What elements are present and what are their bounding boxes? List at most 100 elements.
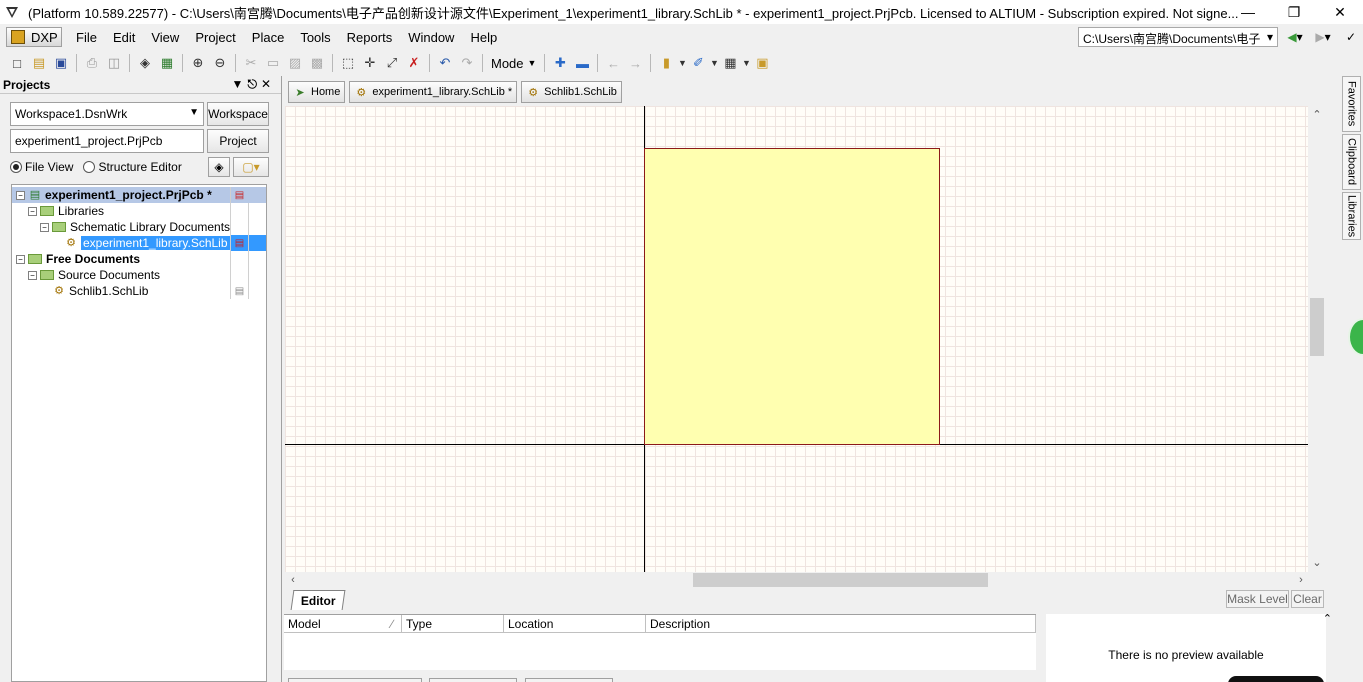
- mask-level-button[interactable]: Mask Level: [1226, 590, 1289, 608]
- scroll-down-icon[interactable]: ⌄: [1308, 554, 1326, 572]
- back-arrow-icon[interactable]: ◀ ▾: [1282, 28, 1308, 46]
- paste-icon[interactable]: ▨: [284, 52, 306, 74]
- remove-model-button[interactable]: [429, 678, 517, 682]
- editor-tab[interactable]: Editor: [290, 590, 346, 610]
- horizontal-scrollbar[interactable]: ‹ ›: [285, 572, 1308, 588]
- layers-icon[interactable]: ◈: [134, 52, 156, 74]
- menu-project[interactable]: Project: [193, 28, 237, 47]
- scroll-up-icon[interactable]: ⌃: [1308, 106, 1326, 124]
- tree-item-schlib1[interactable]: ⚙ Schlib1.SchLib ▤: [12, 283, 266, 299]
- menu-help[interactable]: Help: [468, 28, 499, 47]
- minimize-icon[interactable]: —: [1225, 0, 1271, 24]
- column-header-location[interactable]: Location: [504, 615, 646, 633]
- scroll-right-icon[interactable]: ›: [1293, 572, 1309, 588]
- workspace-button[interactable]: Workspace: [207, 102, 269, 126]
- side-tab-libraries[interactable]: Libraries: [1342, 192, 1361, 240]
- menu-view[interactable]: View: [149, 28, 181, 47]
- redo-icon[interactable]: ↷: [456, 52, 478, 74]
- drawing-tools-icon[interactable]: ✐: [687, 52, 709, 74]
- side-tab-favorites[interactable]: Favorites: [1342, 76, 1361, 132]
- component-rectangle[interactable]: [644, 148, 940, 445]
- board-icon[interactable]: ▦: [156, 52, 178, 74]
- place-pin-icon[interactable]: ▮: [655, 52, 677, 74]
- undo-icon[interactable]: ↶: [434, 52, 456, 74]
- home-nav-icon[interactable]: ✓: [1338, 28, 1363, 46]
- open-folder-icon[interactable]: ▤: [28, 52, 50, 74]
- collapse-icon[interactable]: −: [28, 206, 37, 216]
- tree-item-source-documents[interactable]: − Source Documents: [12, 267, 266, 283]
- schematic-library-canvas[interactable]: [285, 106, 1308, 572]
- collapse-icon[interactable]: −: [28, 270, 37, 280]
- document-options-icon[interactable]: ▢▾: [233, 157, 269, 177]
- previous-part-icon[interactable]: ←: [602, 52, 624, 74]
- menu-edit[interactable]: Edit: [111, 28, 137, 47]
- remove-part-icon[interactable]: ▬: [571, 52, 593, 74]
- side-tab-clipboard[interactable]: Clipboard: [1342, 134, 1361, 190]
- print-preview-icon[interactable]: ◫: [103, 52, 125, 74]
- add-part-icon[interactable]: ✚: [549, 52, 571, 74]
- file-view-radio[interactable]: [10, 161, 22, 173]
- menu-reports[interactable]: Reports: [345, 28, 395, 47]
- collapse-icon[interactable]: −: [16, 190, 25, 200]
- preview-collapse-icon[interactable]: ⌃: [1323, 612, 1332, 625]
- project-button[interactable]: Project: [207, 129, 269, 153]
- select-area-icon[interactable]: ⬚: [337, 52, 359, 74]
- grid-icon[interactable]: ▦: [719, 52, 741, 74]
- collapse-icon[interactable]: −: [40, 222, 49, 232]
- pin-icon[interactable]: ⎋: [247, 77, 261, 91]
- add-model-button[interactable]: [288, 678, 422, 682]
- mode-dropdown[interactable]: Mode ▼: [487, 56, 540, 71]
- menu-window[interactable]: Window: [406, 28, 456, 47]
- column-header-type[interactable]: Type: [402, 615, 504, 633]
- path-combobox[interactable]: C:\Users\南宫腾\Documents\电子 ▾: [1078, 27, 1278, 47]
- column-header-model[interactable]: Model ∕: [284, 615, 402, 633]
- structure-editor-radio[interactable]: [83, 161, 96, 173]
- component-wizard-icon[interactable]: ▣: [751, 52, 773, 74]
- deselect-icon[interactable]: ⤢: [381, 52, 403, 74]
- vertical-scrollbar[interactable]: ⌃ ⌄: [1308, 106, 1326, 572]
- zoom-out-icon[interactable]: ⊖: [209, 52, 231, 74]
- floating-assistant-icon[interactable]: [1348, 318, 1363, 356]
- dropdown-arrow-icon[interactable]: ▼: [709, 52, 719, 74]
- edit-model-button[interactable]: [525, 678, 613, 682]
- collapse-icon[interactable]: −: [16, 254, 25, 264]
- preview-dark-control[interactable]: [1228, 676, 1324, 682]
- panel-menu-icon[interactable]: ▼: [232, 77, 248, 91]
- tab-experiment1-library[interactable]: ⚙ experiment1_library.SchLib *: [349, 81, 518, 103]
- tab-home[interactable]: ➤ Home: [288, 81, 346, 103]
- print-icon[interactable]: ⎙: [81, 52, 103, 74]
- layers-stack-icon[interactable]: ◈: [208, 157, 230, 177]
- close-panel-icon[interactable]: ✕: [261, 77, 275, 91]
- tree-item-libraries[interactable]: − Libraries: [12, 203, 266, 219]
- tab-schlib1[interactable]: ⚙ Schlib1.SchLib: [521, 81, 622, 103]
- project-field[interactable]: experiment1_project.PrjPcb: [10, 129, 204, 153]
- workspace-combobox[interactable]: Workspace1.DsnWrk ▼: [10, 102, 204, 126]
- copy-icon[interactable]: ▭: [262, 52, 284, 74]
- clear-filter-icon[interactable]: ✗: [403, 52, 425, 74]
- column-header-description[interactable]: Description: [646, 615, 1036, 633]
- menu-file[interactable]: File: [74, 28, 99, 47]
- horizontal-scroll-thumb[interactable]: [693, 573, 988, 587]
- cut-icon[interactable]: ✂: [240, 52, 262, 74]
- menu-tools[interactable]: Tools: [298, 28, 332, 47]
- move-icon[interactable]: ✛: [359, 52, 381, 74]
- tree-item-project[interactable]: − ▤ experiment1_project.PrjPcb * ▤: [12, 187, 266, 203]
- scroll-left-icon[interactable]: ‹: [285, 572, 301, 588]
- menu-place[interactable]: Place: [250, 28, 287, 47]
- dropdown-arrow-icon[interactable]: ▼: [741, 52, 751, 74]
- zoom-in-icon[interactable]: ⊕: [187, 52, 209, 74]
- clear-button[interactable]: Clear: [1291, 590, 1324, 608]
- restore-icon[interactable]: ❐: [1271, 0, 1317, 24]
- tree-item-experiment1-library[interactable]: ⚙ experiment1_library.SchLib * ▤: [12, 235, 266, 251]
- rubber-stamp-icon[interactable]: ▩: [306, 52, 328, 74]
- dropdown-arrow-icon[interactable]: ▼: [677, 52, 687, 74]
- next-part-icon[interactable]: →: [624, 52, 646, 74]
- close-icon[interactable]: ✕: [1317, 0, 1363, 24]
- new-file-icon[interactable]: □: [6, 52, 28, 74]
- tree-item-free-documents[interactable]: − Free Documents: [12, 251, 266, 267]
- tree-item-schematic-library-documents[interactable]: − Schematic Library Documents: [12, 219, 266, 235]
- save-icon[interactable]: ▣: [50, 52, 72, 74]
- vertical-scroll-thumb[interactable]: [1310, 298, 1324, 356]
- dxp-menu-button[interactable]: DXP: [6, 27, 62, 47]
- forward-arrow-icon[interactable]: ▶ ▾: [1310, 28, 1336, 46]
